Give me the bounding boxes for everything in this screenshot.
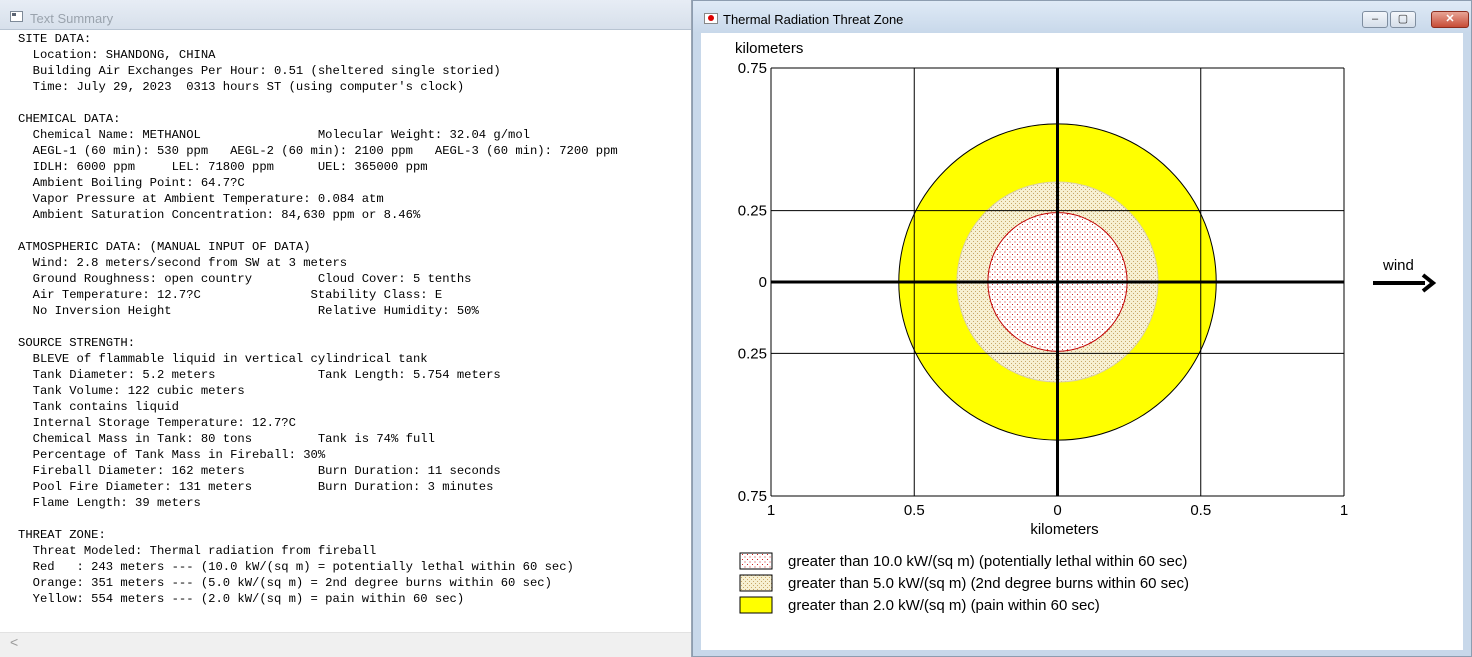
x-tick-label: 1 xyxy=(1340,502,1348,519)
close-button[interactable]: ✕ xyxy=(1431,11,1469,28)
window-icon xyxy=(704,13,718,24)
grid xyxy=(770,67,1345,497)
horizontal-scrollbar[interactable]: < xyxy=(0,632,691,657)
x-tick-label: 0.5 xyxy=(904,502,925,519)
x-axis-unit-label: kilometers xyxy=(1030,521,1098,538)
threat-zone-window: Thermal Radiation Threat Zone – ▢ ✕ kilo… xyxy=(692,0,1472,657)
wind-indicator: wind xyxy=(1373,257,1437,293)
threat-zone-titlebar[interactable]: Thermal Radiation Threat Zone – ▢ ✕ xyxy=(693,1,1471,33)
text-summary-titlebar[interactable]: Text Summary xyxy=(0,0,691,30)
legend-swatch xyxy=(739,574,773,592)
maximize-button[interactable]: ▢ xyxy=(1390,11,1416,28)
legend: greater than 10.0 kW/(sq m) (potentially… xyxy=(739,552,1189,614)
text-summary-title: Text Summary xyxy=(30,11,114,26)
scroll-left-arrow-icon[interactable]: < xyxy=(10,634,18,650)
threat-zone-title: Thermal Radiation Threat Zone xyxy=(723,12,904,27)
text-summary-window: Text Summary SITE DATA: Location: SHANDO… xyxy=(0,0,692,657)
y-tick-label: 0.75 xyxy=(738,60,767,77)
x-tick-label: 0.5 xyxy=(1190,502,1211,519)
summary-text: SITE DATA: Location: SHANDONG, CHINA Bui… xyxy=(18,32,618,606)
legend-label: greater than 10.0 kW/(sq m) (potentially… xyxy=(788,553,1187,570)
y-tick-label: 0 xyxy=(759,274,767,291)
minimize-button[interactable]: – xyxy=(1362,11,1388,28)
y-tick-label: 0.25 xyxy=(738,345,767,362)
wind-label: wind xyxy=(1382,257,1414,274)
x-tick-label: 0 xyxy=(1053,502,1061,519)
window-icon xyxy=(10,11,23,22)
legend-label: greater than 2.0 kW/(sq m) (pain within … xyxy=(788,597,1100,614)
y-axis-unit-label: kilometers xyxy=(735,40,803,57)
legend-label: greater than 5.0 kW/(sq m) (2nd degree b… xyxy=(788,575,1189,592)
threat-zone-plot: kilometers0.750.2500.250.751 0.5 0 0.5 1kilo… xyxy=(735,40,1437,614)
legend-swatch xyxy=(739,552,773,570)
y-tick-label: 0.25 xyxy=(738,203,767,220)
legend-swatch xyxy=(739,596,773,614)
y-tick-label: 0.75 xyxy=(738,488,767,505)
threat-zone-canvas: kilometers 0.75 0.25 0 0.25 0.75 1 0.5 0 0.5 1 kilo… xyxy=(701,33,1463,650)
x-tick-label: 1 xyxy=(767,502,775,519)
